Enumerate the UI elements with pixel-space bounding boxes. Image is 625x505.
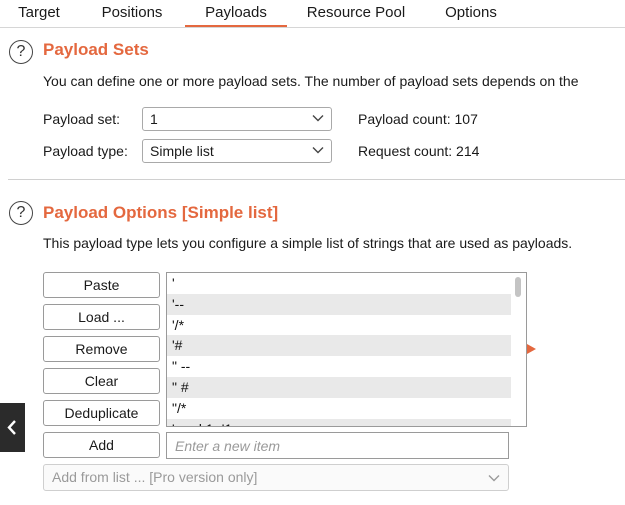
paste-button[interactable]: Paste xyxy=(43,272,160,298)
deduplicate-button[interactable]: Deduplicate xyxy=(43,400,160,426)
add-from-list-label: Add from list ... [Pro version only] xyxy=(52,469,258,485)
list-item[interactable]: '# xyxy=(167,335,511,357)
list-item[interactable]: ' xyxy=(167,273,511,294)
payload-list[interactable]: ' '-- '/* '# " -- " # "/* ' and 1='1 xyxy=(166,272,527,427)
list-item[interactable]: " -- xyxy=(167,356,511,377)
section-title-payload-sets: Payload Sets xyxy=(43,40,149,59)
tab-options[interactable]: Options xyxy=(440,0,502,27)
chevron-down-icon xyxy=(488,475,500,482)
list-scrollbar[interactable] xyxy=(515,277,521,297)
clear-button[interactable]: Clear xyxy=(43,368,160,394)
load-button[interactable]: Load ... xyxy=(43,304,160,330)
tab-target[interactable]: Target xyxy=(12,0,66,27)
add-button[interactable]: Add xyxy=(43,432,160,458)
add-from-list-select[interactable]: Add from list ... [Pro version only] xyxy=(43,464,509,491)
payload-set-select[interactable]: 1 xyxy=(142,107,332,131)
help-icon[interactable]: ? xyxy=(9,40,33,64)
help-icon[interactable]: ? xyxy=(9,201,33,225)
list-item[interactable]: '-- xyxy=(167,293,511,315)
payload-sets-description: You can define one or more payload sets.… xyxy=(43,73,579,89)
payload-set-label: Payload set: xyxy=(43,111,121,127)
chevron-down-icon xyxy=(312,115,324,122)
new-item-input[interactable] xyxy=(166,432,509,459)
chevron-left-icon xyxy=(7,420,16,435)
payload-set-value: 1 xyxy=(150,111,158,127)
payload-type-value: Simple list xyxy=(150,143,214,159)
list-item[interactable]: "/* xyxy=(167,398,511,419)
request-count: Request count: 214 xyxy=(358,143,480,159)
arrow-right-icon xyxy=(527,344,536,354)
payload-options-description: This payload type lets you configure a s… xyxy=(43,235,573,251)
list-item[interactable]: '/* xyxy=(167,315,511,336)
chevron-down-icon xyxy=(312,147,324,154)
collapse-panel-button[interactable] xyxy=(0,403,25,452)
list-item[interactable]: ' and 1='1 xyxy=(167,418,511,426)
tab-positions[interactable]: Positions xyxy=(96,0,168,27)
list-item[interactable]: " # xyxy=(167,376,511,398)
tab-payloads[interactable]: Payloads xyxy=(185,0,287,27)
section-title-payload-options: Payload Options [Simple list] xyxy=(43,203,279,222)
payload-type-select[interactable]: Simple list xyxy=(142,139,332,163)
remove-button[interactable]: Remove xyxy=(43,336,160,362)
payload-type-label: Payload type: xyxy=(43,143,128,159)
tab-resource-pool[interactable]: Resource Pool xyxy=(304,0,408,27)
section-divider xyxy=(8,179,625,180)
tab-bar: Target Positions Payloads Resource Pool … xyxy=(0,0,625,28)
payload-count: Payload count: 107 xyxy=(358,111,478,127)
